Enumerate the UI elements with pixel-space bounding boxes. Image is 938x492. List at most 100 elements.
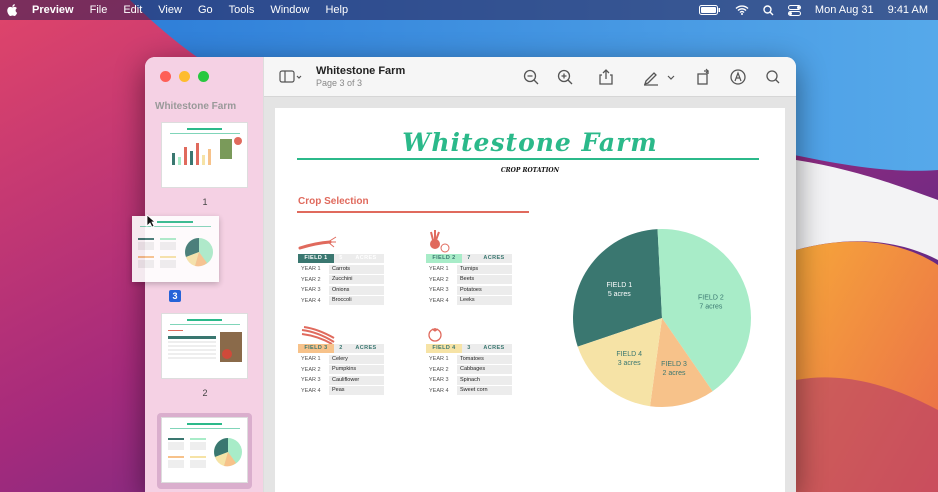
- battery-icon[interactable]: [698, 5, 721, 15]
- menu-edit[interactable]: Edit: [115, 0, 150, 20]
- field-table-header: FIELD 3 2 ACRES: [298, 344, 384, 353]
- drag-count-badge: 3: [169, 290, 181, 302]
- markup-toolbar-icon[interactable]: [729, 68, 747, 86]
- thumbnail-preview: [170, 128, 242, 165]
- menu-help[interactable]: Help: [317, 0, 356, 20]
- pie-slice-label: FIELD 3: [661, 361, 687, 368]
- pie-slice-value: 7 acres: [699, 303, 722, 310]
- menu-window[interactable]: Window: [262, 0, 317, 20]
- field-table-header: FIELD 2 7 ACRES: [426, 254, 512, 263]
- menu-tools[interactable]: Tools: [221, 0, 263, 20]
- wifi-icon[interactable]: [735, 5, 749, 15]
- page-thumbnail-1[interactable]: [161, 122, 248, 188]
- spotlight-search-icon[interactable]: [763, 4, 774, 16]
- field-name: FIELD 2: [426, 254, 462, 263]
- page-thumbnail-3[interactable]: [161, 417, 248, 483]
- field-table-row: YEAR 2 Beets: [426, 275, 512, 284]
- document-viewport[interactable]: Whitestone Farm CROP ROTATION Crop Selec…: [264, 97, 796, 492]
- year-label: YEAR 2: [429, 276, 449, 283]
- crop-name: Carrots: [329, 264, 384, 274]
- tomato-icon: [428, 328, 442, 342]
- control-center-icon[interactable]: [787, 4, 801, 16]
- carrot-icon: [298, 236, 337, 250]
- field-table-row: YEAR 3 Onions: [298, 285, 384, 295]
- rotate-icon[interactable]: [695, 68, 713, 86]
- crop-name: Spinach: [457, 375, 512, 385]
- field-name: FIELD 4: [426, 344, 462, 353]
- section-heading: Crop Selection: [298, 196, 369, 207]
- menu-date[interactable]: Mon Aug 31: [815, 4, 874, 16]
- menu-app-name[interactable]: Preview: [24, 0, 82, 20]
- year-label: YEAR 4: [301, 297, 321, 304]
- field-table-row: YEAR 4 Broccoli: [298, 296, 384, 305]
- field-acres-label: ACRES: [348, 254, 384, 263]
- page-title: Whitestone Farm: [402, 128, 658, 157]
- sidebar-title: Whitestone Farm: [155, 101, 237, 112]
- minimize-button[interactable]: [179, 71, 190, 82]
- window-controls: [160, 71, 209, 82]
- field-acres-value: 7: [462, 254, 476, 263]
- field-table-row: YEAR 4 Leeks: [426, 296, 512, 305]
- pie-slice-value: 3 acres: [618, 360, 641, 367]
- thumbnail-page-number: 1: [202, 197, 208, 207]
- zoom-button[interactable]: [198, 71, 209, 82]
- year-label: YEAR 1: [429, 356, 449, 362]
- field-table: FIELD 2 7 ACRES YEAR 1 Turnips YEAR 2 Beets YEA…: [426, 254, 512, 305]
- menu-time[interactable]: 9:41 AM: [888, 4, 928, 16]
- field-table: FIELD 1 5 ACRES YEAR 1 Carrots YEAR 2 Zucchini…: [298, 254, 384, 305]
- close-button[interactable]: [160, 71, 171, 82]
- field-table-row: YEAR 1 Turnips: [426, 264, 512, 274]
- title-divider: [297, 158, 759, 160]
- field-name: FIELD 3: [298, 344, 334, 353]
- field-table-row: YEAR 2 Zucchini: [298, 275, 384, 284]
- zoom-out-icon[interactable]: [522, 68, 540, 86]
- crop-name: Celery: [329, 354, 384, 364]
- year-label: YEAR 4: [429, 387, 449, 394]
- year-label: YEAR 2: [429, 366, 449, 373]
- year-label: YEAR 1: [301, 266, 321, 272]
- field-acres-value: 5: [334, 254, 348, 263]
- document-title: Whitestone Farm: [316, 65, 406, 77]
- preview-window: Whitestone Farm 1 2 Whitestone Farm Page…: [145, 57, 796, 492]
- crop-name: Leeks: [457, 296, 512, 305]
- share-icon[interactable]: [597, 68, 615, 86]
- markup-pen-icon[interactable]: [642, 68, 660, 86]
- year-label: YEAR 3: [429, 377, 449, 383]
- search-icon[interactable]: [764, 68, 782, 86]
- year-label: YEAR 4: [301, 387, 321, 394]
- pie-slice-label: FIELD 2: [698, 294, 724, 301]
- page-subtitle: CROP ROTATION: [500, 167, 560, 174]
- toolbar: Whitestone Farm Page 3 of 3: [264, 57, 796, 97]
- field-table-row: YEAR 4 Peas: [298, 386, 384, 395]
- year-label: YEAR 1: [301, 356, 321, 362]
- thumbnail-preview: [168, 319, 242, 362]
- crop-name: Peas: [329, 386, 384, 395]
- crop-name: Sweet corn: [457, 386, 512, 395]
- pie-slice-label: FIELD 1: [606, 282, 632, 289]
- crop-name: Turnips: [457, 264, 512, 274]
- year-label: YEAR 1: [429, 266, 449, 272]
- pie-slice-value: 2 acres: [663, 370, 686, 377]
- field-acres-label: ACRES: [476, 344, 512, 353]
- page-thumbnail-2[interactable]: [161, 313, 248, 379]
- menu-go[interactable]: Go: [190, 0, 221, 20]
- field-table-row: YEAR 3 Cauliflower: [298, 375, 384, 385]
- crop-name: Onions: [329, 285, 384, 295]
- field-acres-value: 2: [334, 344, 348, 353]
- pie-slice-label: FIELD 4: [616, 351, 642, 358]
- field-table-row: YEAR 4 Sweet corn: [426, 386, 512, 395]
- document-page: Whitestone Farm CROP ROTATION Crop Selec…: [275, 108, 785, 492]
- chevron-down-icon[interactable]: [666, 68, 676, 86]
- field-table-row: YEAR 1 Celery: [298, 354, 384, 364]
- field-table: FIELD 3 2 ACRES YEAR 1 Celery YEAR 2 Pumpkins Y…: [298, 344, 384, 395]
- menu-file[interactable]: File: [82, 0, 116, 20]
- zoom-in-icon[interactable]: [556, 68, 574, 86]
- field-acres-value: 3: [462, 344, 476, 353]
- apple-icon[interactable]: [6, 3, 18, 17]
- field-acres-label: ACRES: [348, 344, 384, 353]
- celery-icon: [301, 326, 335, 345]
- menu-view[interactable]: View: [150, 0, 190, 20]
- year-label: YEAR 3: [429, 287, 449, 293]
- crop-name: Broccoli: [329, 296, 384, 305]
- sidebar-toggle-icon[interactable]: [279, 68, 303, 86]
